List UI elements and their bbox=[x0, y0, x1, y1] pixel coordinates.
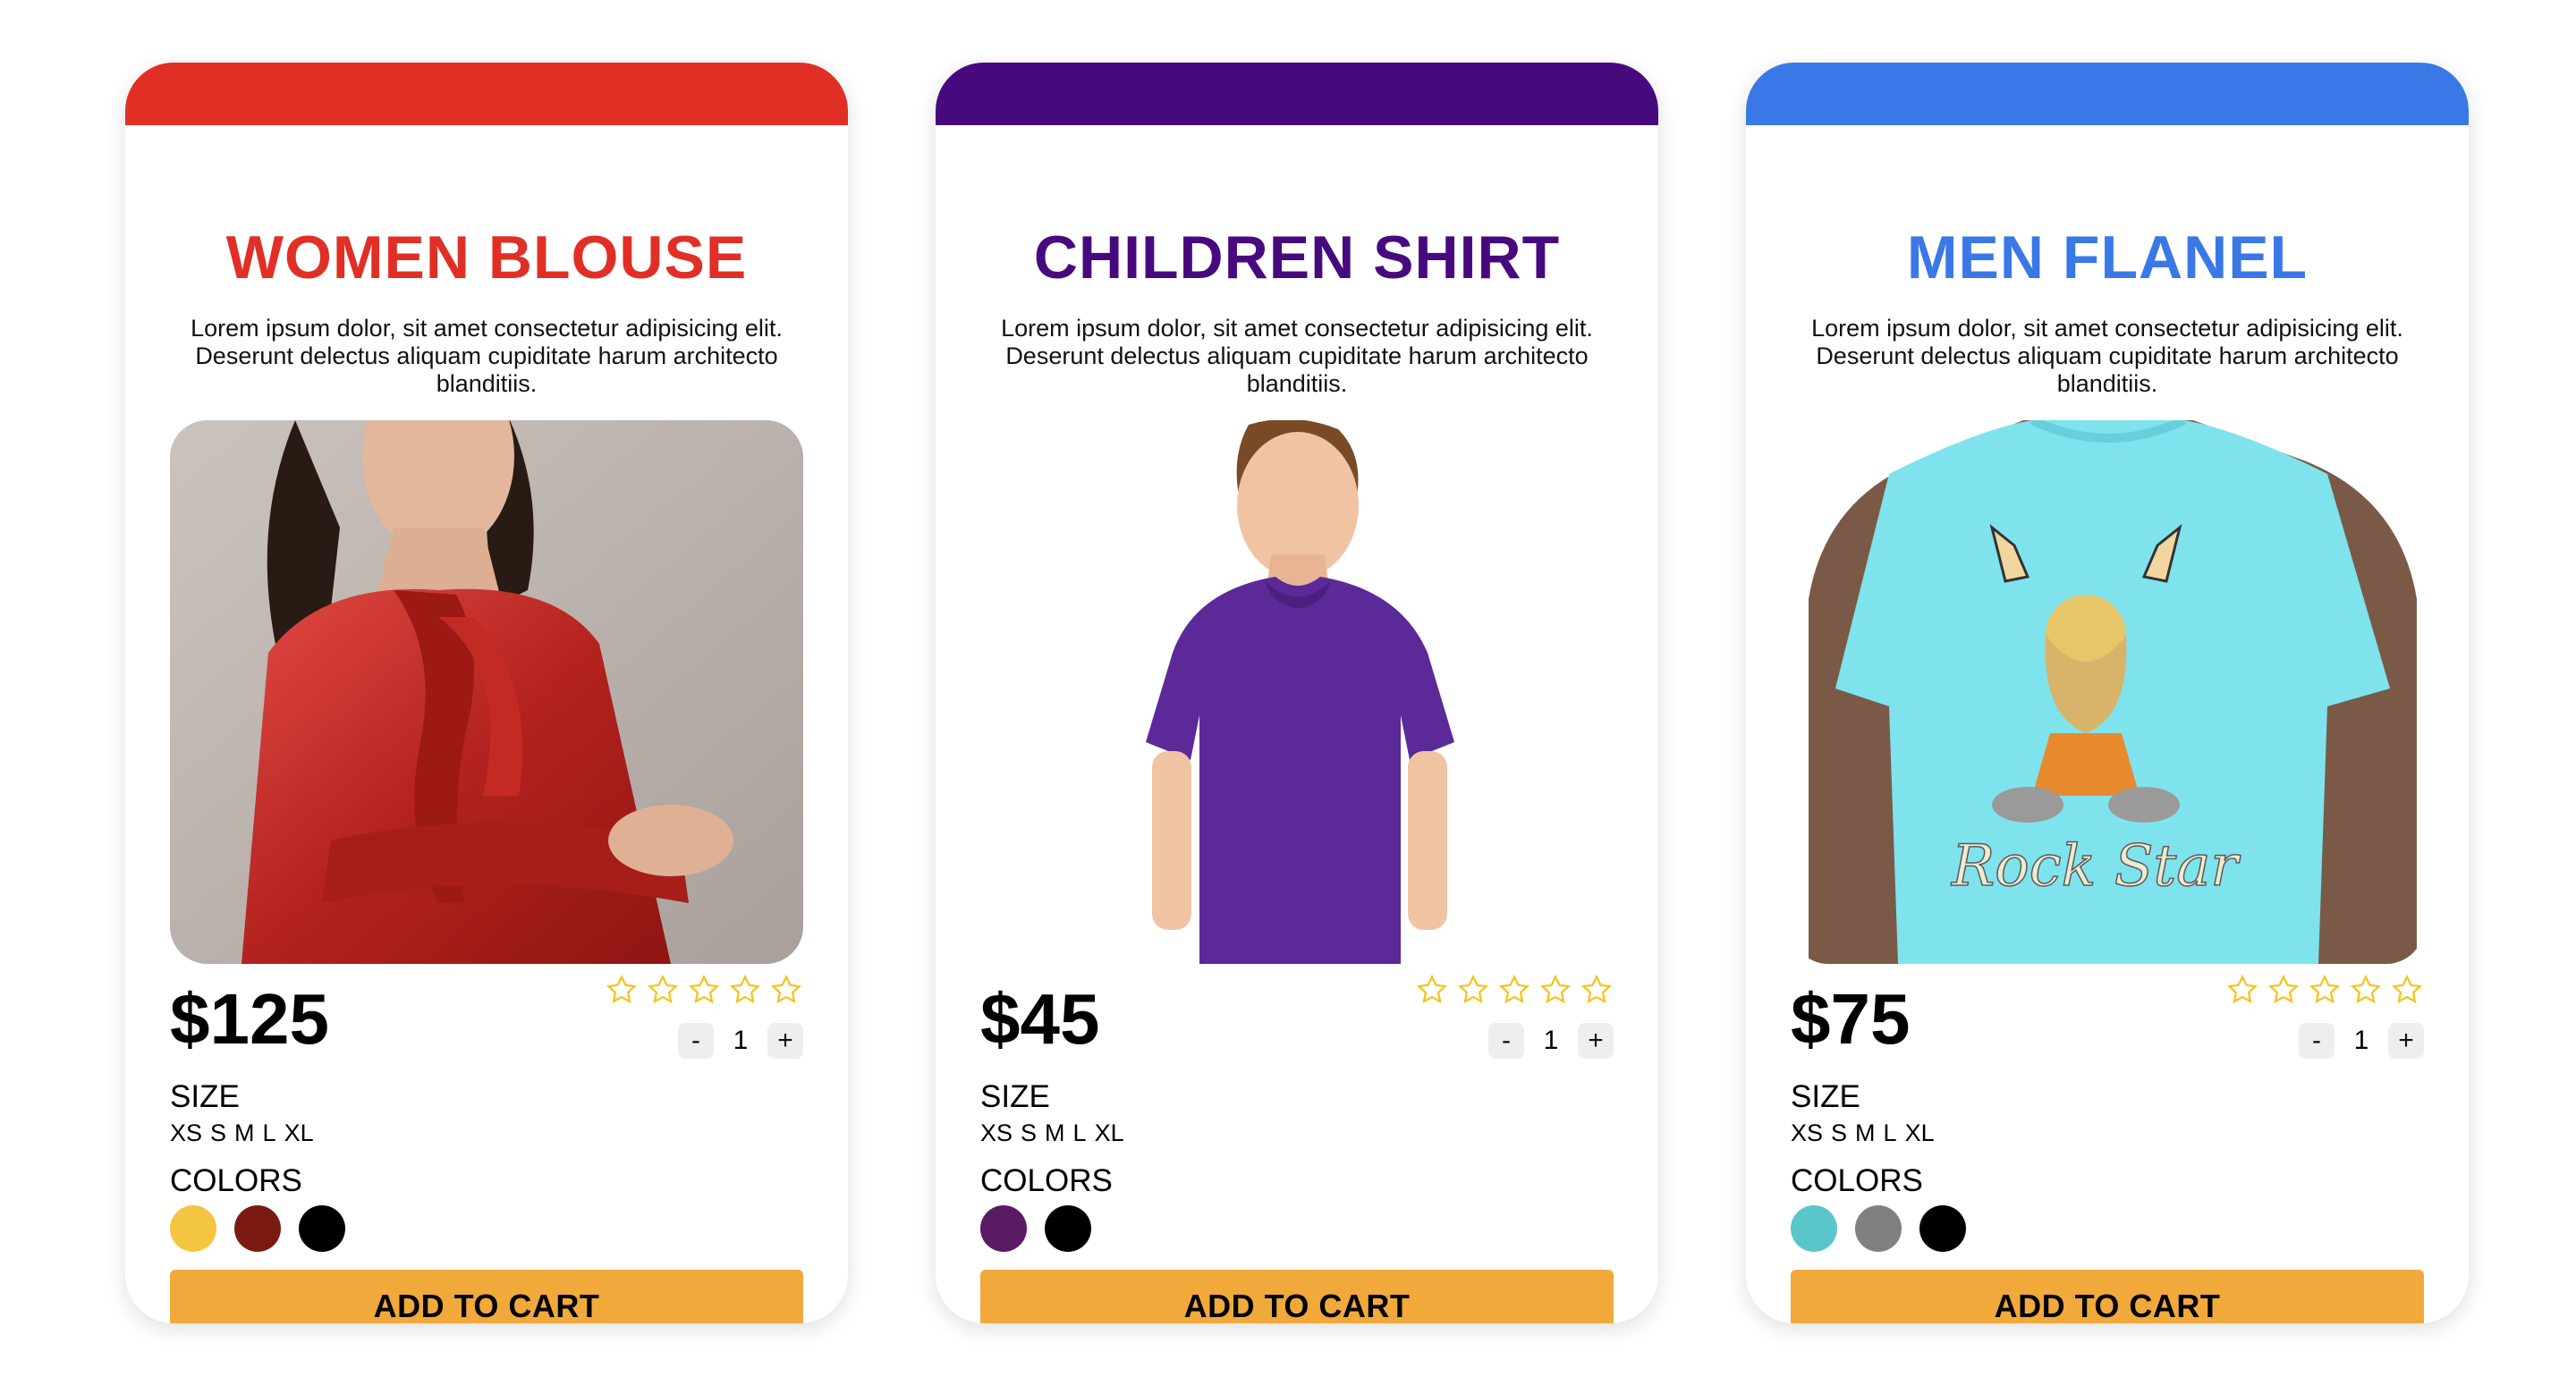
rating-stars[interactable] bbox=[605, 973, 803, 1007]
size-option-m[interactable]: M bbox=[234, 1118, 255, 1148]
size-options: XS S M L XL bbox=[1791, 1118, 1935, 1148]
product-image bbox=[170, 420, 803, 964]
size-option-xl[interactable]: XL bbox=[1095, 1118, 1124, 1148]
decrement-button[interactable]: - bbox=[1488, 1023, 1524, 1059]
product-title: CHILDREN SHIRT bbox=[1033, 224, 1561, 291]
card-accent-bar bbox=[125, 63, 848, 125]
star-icon[interactable] bbox=[1538, 973, 1572, 1007]
star-icon[interactable] bbox=[2390, 973, 2424, 1007]
product-card-children-shirt: CHILDREN SHIRT Lorem ipsum dolor, sit am… bbox=[936, 63, 1658, 1323]
product-card-row: WOMEN BLOUSE Lorem ipsum dolor, sit amet… bbox=[0, 0, 2576, 1377]
size-option-s[interactable]: S bbox=[210, 1118, 226, 1148]
product-image bbox=[980, 420, 1614, 964]
color-swatch[interactable] bbox=[1855, 1205, 1902, 1252]
decrement-button[interactable]: - bbox=[678, 1023, 714, 1059]
size-options: XS S M L XL bbox=[980, 1118, 1124, 1148]
star-icon[interactable] bbox=[728, 973, 762, 1007]
color-swatch[interactable] bbox=[170, 1205, 216, 1252]
product-price: $45 bbox=[980, 979, 1100, 1059]
colors-label: COLORS bbox=[980, 1163, 1113, 1198]
colors-label: COLORS bbox=[170, 1163, 302, 1198]
quantity-stepper: - 1 + bbox=[1488, 1023, 1614, 1059]
quantity-value: 1 bbox=[1543, 1026, 1559, 1055]
star-icon[interactable] bbox=[1415, 973, 1449, 1007]
product-description: Lorem ipsum dolor, sit amet consectetur … bbox=[1001, 315, 1593, 397]
color-swatches bbox=[170, 1205, 345, 1252]
boy-purple-shirt-photo bbox=[980, 420, 1614, 964]
quantity-value: 1 bbox=[733, 1026, 749, 1055]
size-option-m[interactable]: M bbox=[1855, 1118, 1876, 1148]
quantity-stepper: - 1 + bbox=[678, 1023, 803, 1059]
product-image: Rock Star bbox=[1791, 420, 2424, 964]
product-card-women-blouse: WOMEN BLOUSE Lorem ipsum dolor, sit amet… bbox=[125, 63, 848, 1323]
color-swatch[interactable] bbox=[1791, 1205, 1837, 1252]
color-swatch[interactable] bbox=[1919, 1205, 1966, 1252]
size-option-m[interactable]: M bbox=[1045, 1118, 1065, 1148]
size-option-s[interactable]: S bbox=[1021, 1118, 1037, 1148]
color-swatches bbox=[1791, 1205, 1966, 1252]
add-to-cart-button[interactable]: ADD TO CART bbox=[1791, 1270, 2424, 1323]
size-label: SIZE bbox=[170, 1079, 240, 1114]
add-to-cart-button[interactable]: ADD TO CART bbox=[980, 1270, 1614, 1323]
colors-label: COLORS bbox=[1791, 1163, 1923, 1198]
size-option-l[interactable]: L bbox=[1073, 1118, 1087, 1148]
size-option-xs[interactable]: XS bbox=[170, 1118, 202, 1148]
increment-button[interactable]: + bbox=[1578, 1023, 1614, 1059]
star-icon[interactable] bbox=[687, 973, 721, 1007]
rating-stars[interactable] bbox=[1415, 973, 1614, 1007]
star-icon[interactable] bbox=[2267, 973, 2301, 1007]
star-icon[interactable] bbox=[605, 973, 639, 1007]
size-option-xs[interactable]: XS bbox=[1791, 1118, 1823, 1148]
quantity-stepper: - 1 + bbox=[2299, 1023, 2424, 1059]
size-option-l[interactable]: L bbox=[263, 1118, 276, 1148]
woman-red-blouse-photo bbox=[170, 420, 803, 964]
size-label: SIZE bbox=[1791, 1079, 1860, 1114]
product-description: Lorem ipsum dolor, sit amet consectetur … bbox=[1811, 315, 2403, 397]
increment-button[interactable]: + bbox=[767, 1023, 803, 1059]
star-icon[interactable] bbox=[2225, 973, 2259, 1007]
product-price: $125 bbox=[170, 979, 329, 1059]
color-swatch[interactable] bbox=[980, 1205, 1027, 1252]
add-to-cart-button[interactable]: ADD TO CART bbox=[170, 1270, 803, 1323]
size-option-s[interactable]: S bbox=[1831, 1118, 1847, 1148]
size-option-xl[interactable]: XL bbox=[1905, 1118, 1935, 1148]
shirt-print-text: Rock Star bbox=[1951, 833, 2241, 900]
product-title: MEN FLANEL bbox=[1906, 224, 2309, 291]
decrement-button[interactable]: - bbox=[2299, 1023, 2334, 1059]
color-swatch[interactable] bbox=[234, 1205, 281, 1252]
card-accent-bar bbox=[1746, 63, 2469, 125]
cyan-tshirt-photo: Rock Star bbox=[1791, 420, 2424, 964]
color-swatch[interactable] bbox=[1045, 1205, 1091, 1252]
increment-button[interactable]: + bbox=[2388, 1023, 2424, 1059]
star-icon[interactable] bbox=[1580, 973, 1614, 1007]
color-swatch[interactable] bbox=[299, 1205, 345, 1252]
star-icon[interactable] bbox=[2349, 973, 2383, 1007]
product-price: $75 bbox=[1791, 979, 1911, 1059]
size-option-l[interactable]: L bbox=[1884, 1118, 1897, 1148]
star-icon[interactable] bbox=[1456, 973, 1490, 1007]
star-icon[interactable] bbox=[646, 973, 680, 1007]
size-options: XS S M L XL bbox=[170, 1118, 314, 1148]
star-icon[interactable] bbox=[2308, 973, 2342, 1007]
size-option-xs[interactable]: XS bbox=[980, 1118, 1013, 1148]
quantity-value: 1 bbox=[2353, 1026, 2369, 1055]
card-accent-bar bbox=[936, 63, 1658, 125]
product-description: Lorem ipsum dolor, sit amet consectetur … bbox=[191, 315, 783, 397]
rating-stars[interactable] bbox=[2225, 973, 2424, 1007]
product-title: WOMEN BLOUSE bbox=[225, 224, 748, 291]
product-card-men-flanel: MEN FLANEL Lorem ipsum dolor, sit amet c… bbox=[1746, 63, 2469, 1323]
size-option-xl[interactable]: XL bbox=[284, 1118, 314, 1148]
star-icon[interactable] bbox=[769, 973, 803, 1007]
color-swatches bbox=[980, 1205, 1091, 1252]
size-label: SIZE bbox=[980, 1079, 1050, 1114]
star-icon[interactable] bbox=[1497, 973, 1531, 1007]
